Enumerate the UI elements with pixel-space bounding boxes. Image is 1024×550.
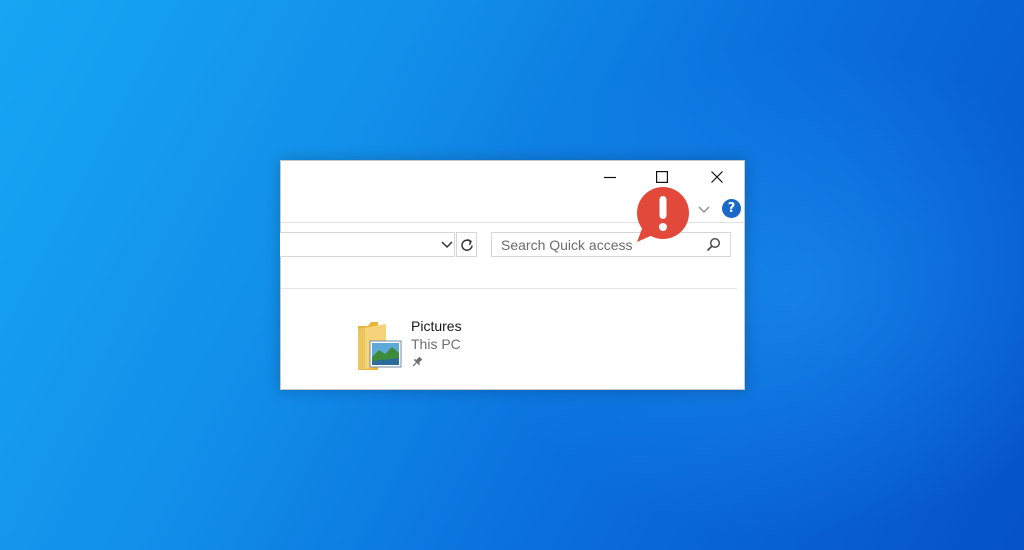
refresh-button[interactable] xyxy=(456,232,477,257)
close-button[interactable] xyxy=(694,161,740,193)
search-icon[interactable] xyxy=(706,237,721,252)
pin-icon xyxy=(412,356,423,367)
address-history-dropdown-icon[interactable] xyxy=(440,237,454,251)
item-name: Pictures xyxy=(411,318,462,334)
address-bar[interactable] xyxy=(280,232,455,257)
close-icon xyxy=(711,171,723,183)
item-location: This PC xyxy=(411,336,461,352)
help-icon[interactable]: ? xyxy=(722,199,741,218)
list-item-pictures[interactable]: Pictures This PC xyxy=(353,314,473,374)
maximize-icon xyxy=(656,171,668,183)
search-box[interactable] xyxy=(491,232,731,257)
exclamation-alert-icon xyxy=(637,187,689,242)
chevron-down-icon[interactable] xyxy=(696,201,712,217)
refresh-icon xyxy=(461,238,473,251)
minimize-icon xyxy=(604,176,616,179)
pictures-folder-icon xyxy=(358,322,402,370)
minimize-button[interactable] xyxy=(587,161,633,193)
content-divider xyxy=(281,288,737,289)
